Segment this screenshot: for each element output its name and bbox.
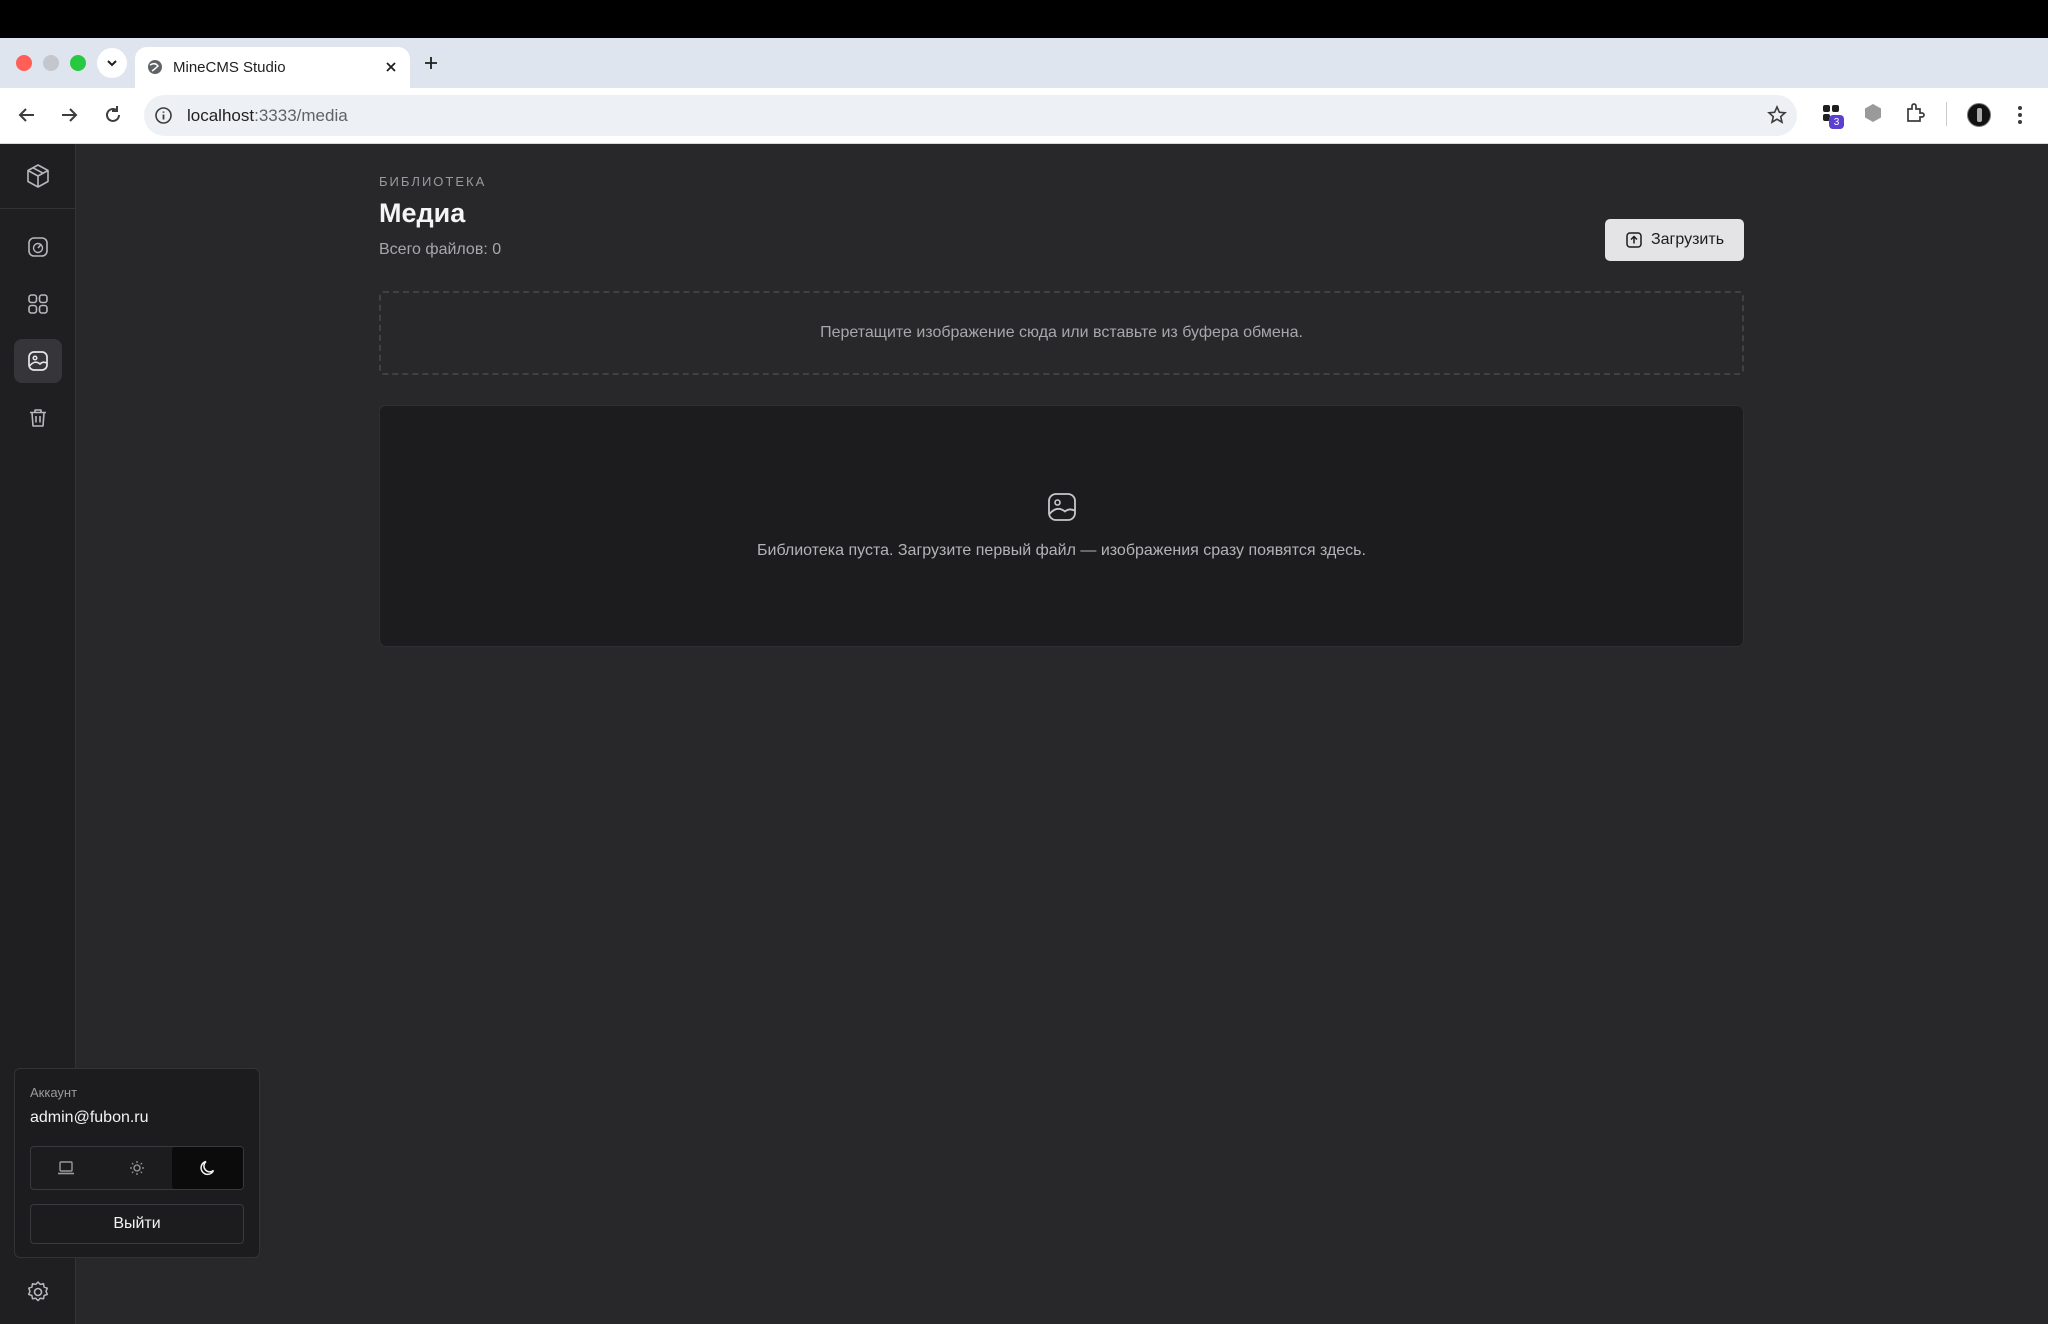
account-email: admin@fubon.ru xyxy=(30,1109,149,1126)
star-icon[interactable] xyxy=(1767,105,1787,125)
reload-icon[interactable] xyxy=(102,104,124,126)
forward-arrow-icon[interactable] xyxy=(58,104,80,126)
sidebar-item-media[interactable] xyxy=(14,339,62,383)
gear-icon[interactable] xyxy=(24,1278,52,1306)
account-label: Аккаунт xyxy=(30,1085,78,1100)
upload-icon xyxy=(1626,232,1642,248)
sidebar-logo[interactable] xyxy=(19,157,57,195)
url-text[interactable]: localhost:3333/media xyxy=(187,106,348,126)
info-icon[interactable] xyxy=(154,106,173,125)
plus-icon[interactable] xyxy=(422,54,440,72)
theme-dark-button[interactable] xyxy=(172,1147,244,1189)
chevron-down-icon xyxy=(107,60,117,67)
moon-icon xyxy=(200,1160,214,1176)
close-icon[interactable] xyxy=(382,58,400,76)
upload-button[interactable]: Загрузить xyxy=(1605,219,1744,261)
empty-state-panel: Библиотека пуста. Загрузите первый файл … xyxy=(379,405,1744,647)
sidebar-divider xyxy=(0,208,76,209)
extensions-icon[interactable] xyxy=(1904,102,1926,124)
tab-title: MineCMS Studio xyxy=(173,59,286,76)
globe-icon xyxy=(148,60,162,74)
window-close-button[interactable] xyxy=(16,55,32,71)
sun-icon xyxy=(130,1161,144,1175)
dropzone-text: Перетащите изображение сюда или вставьте… xyxy=(820,324,1303,341)
grid-icon xyxy=(28,294,48,314)
browser-tab[interactable]: MineCMS Studio xyxy=(135,47,410,88)
url-path: :3333/media xyxy=(254,106,348,125)
section-eyebrow: БИБЛИОТЕКА xyxy=(379,174,487,189)
cube-extension-icon[interactable] xyxy=(1862,102,1884,124)
browser-tab-strip: MineCMS Studio xyxy=(0,38,2048,88)
extension-badge: 3 xyxy=(1829,115,1844,129)
laptop-icon xyxy=(58,1161,75,1175)
logout-button[interactable]: Выйти xyxy=(30,1204,244,1244)
toolbar-divider xyxy=(1946,102,1947,126)
back-arrow-icon[interactable] xyxy=(16,104,38,126)
sidebar-item-dashboard[interactable] xyxy=(19,228,57,266)
sidebar-item-collections[interactable] xyxy=(19,285,57,323)
dropzone[interactable]: Перетащите изображение сюда или вставьте… xyxy=(379,291,1744,375)
profile-avatar[interactable] xyxy=(1967,103,1991,127)
upload-label: Загрузить xyxy=(1650,231,1725,248)
sidebar-item-trash[interactable] xyxy=(19,399,57,437)
tab-search-button[interactable] xyxy=(97,48,127,78)
file-count: Всего файлов: 0 xyxy=(379,241,502,258)
address-bar[interactable]: localhost:3333/media xyxy=(144,95,1797,136)
account-popover: Аккаунт admin@fubon.ru Выйти xyxy=(14,1068,260,1258)
theme-light-button[interactable] xyxy=(102,1147,173,1189)
window-maximize-button[interactable] xyxy=(70,55,86,71)
image-icon xyxy=(28,351,48,371)
cube-icon xyxy=(27,164,49,188)
url-host: localhost xyxy=(187,106,255,125)
macos-menu-bar xyxy=(0,0,2048,38)
gauge-icon xyxy=(28,237,48,257)
theme-system-button[interactable] xyxy=(31,1147,102,1189)
image-icon xyxy=(1048,493,1076,521)
browser-toolbar: localhost:3333/media xyxy=(0,88,2048,144)
empty-state-text: Библиотека пуста. Загрузите первый файл … xyxy=(757,542,1366,559)
theme-toggle xyxy=(30,1146,244,1190)
window-minimize-button[interactable] xyxy=(43,55,59,71)
more-vertical-icon[interactable] xyxy=(2014,104,2026,126)
page-title: Медиа xyxy=(379,198,466,228)
trash-icon xyxy=(30,409,46,427)
